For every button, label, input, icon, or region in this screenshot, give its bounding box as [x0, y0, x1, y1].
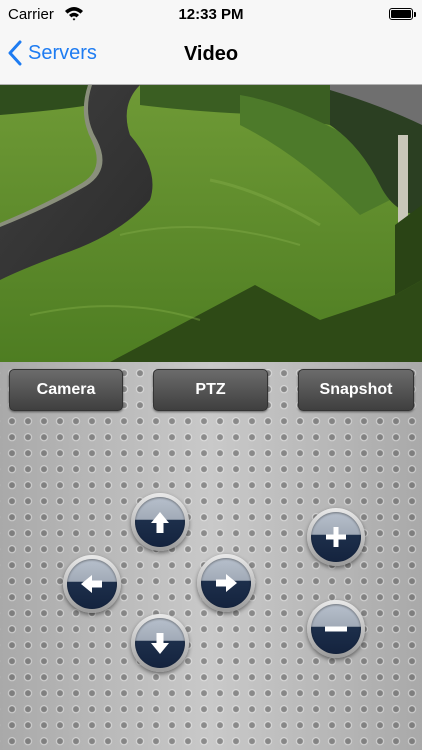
pan-down-button[interactable] [131, 614, 189, 672]
zoom-in-button[interactable] [307, 508, 365, 566]
pan-left-button[interactable] [63, 555, 121, 613]
status-bar: Carrier 12:33 PM [0, 0, 422, 30]
ptz-control-panel: Camera PTZ Snapshot [0, 362, 422, 750]
arrow-up-icon [151, 512, 169, 533]
arrow-left-icon [81, 575, 102, 593]
battery-icon [389, 8, 416, 20]
snapshot-button[interactable]: Snapshot [298, 369, 414, 411]
pan-up-button[interactable] [131, 493, 189, 551]
ptz-tab-button[interactable]: PTZ [153, 369, 268, 411]
pan-right-button[interactable] [197, 554, 255, 612]
clock: 12:33 PM [178, 6, 244, 23]
arrow-down-icon [151, 633, 169, 654]
zoom-out-button[interactable] [307, 600, 365, 658]
camera-tab-button[interactable]: Camera [9, 369, 123, 411]
camera-image [0, 85, 422, 362]
arrow-right-icon [216, 574, 237, 592]
minus-icon [325, 626, 347, 632]
video-feed [0, 85, 422, 362]
page-title: Video [183, 43, 239, 65]
navigation-bar: Servers Video [0, 30, 422, 85]
plus-icon [326, 527, 346, 547]
